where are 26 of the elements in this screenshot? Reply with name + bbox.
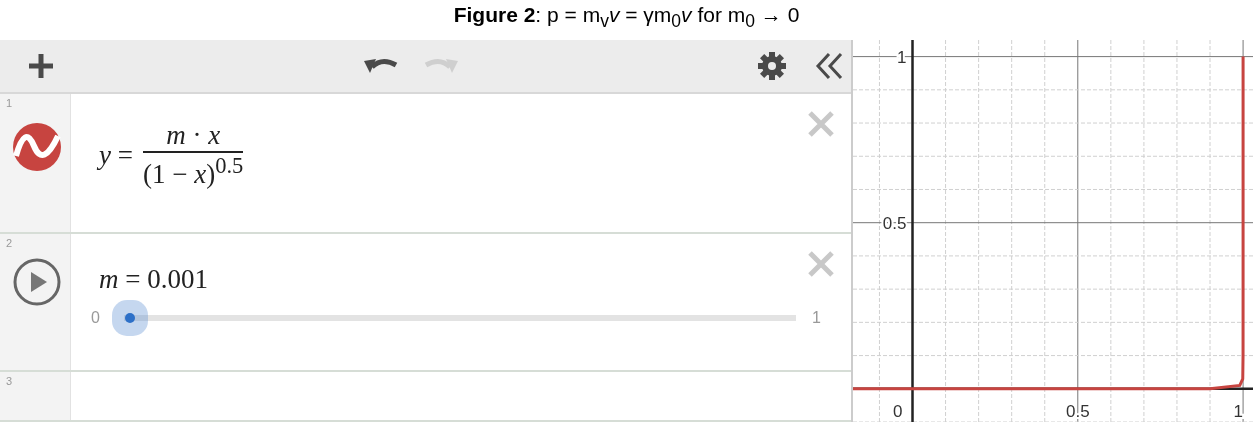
- slider-max-label: 1: [811, 309, 821, 327]
- close-icon: [807, 110, 835, 138]
- line-number: 1: [6, 97, 13, 109]
- wave-icon[interactable]: [12, 122, 62, 172]
- math-text: y =: [99, 139, 133, 171]
- add-icon: [26, 51, 56, 81]
- slider-track[interactable]: [123, 313, 796, 323]
- figure-caption: Figure 2: p = m$_{v}$v = γm$_{0}$v for m$_{0}$ → 0: [453, 3, 800, 33]
- line-number: 2: [6, 237, 13, 249]
- collapse-icon: [813, 51, 845, 81]
- line-number: 3: [6, 375, 13, 387]
- close-icon: [807, 250, 835, 278]
- math-text: m = 0.001: [99, 264, 208, 295]
- tick-label: 0.5: [882, 213, 907, 233]
- math-text: (1 − x)$^{0.5}$: [142, 153, 244, 190]
- settings-button[interactable]: [757, 51, 787, 81]
- add-button[interactable]: [26, 51, 56, 81]
- collapse-button[interactable]: [813, 51, 845, 81]
- slider-min-label: 0: [91, 309, 100, 327]
- tick-label: 1: [1233, 401, 1244, 421]
- settings-icon: [757, 51, 787, 81]
- tick-label: 0.5: [1065, 401, 1090, 421]
- play-icon[interactable]: [12, 257, 62, 307]
- math-text: m · x: [166, 120, 221, 151]
- slider-thumb[interactable]: [124, 313, 135, 323]
- tick-label: 0: [893, 401, 903, 421]
